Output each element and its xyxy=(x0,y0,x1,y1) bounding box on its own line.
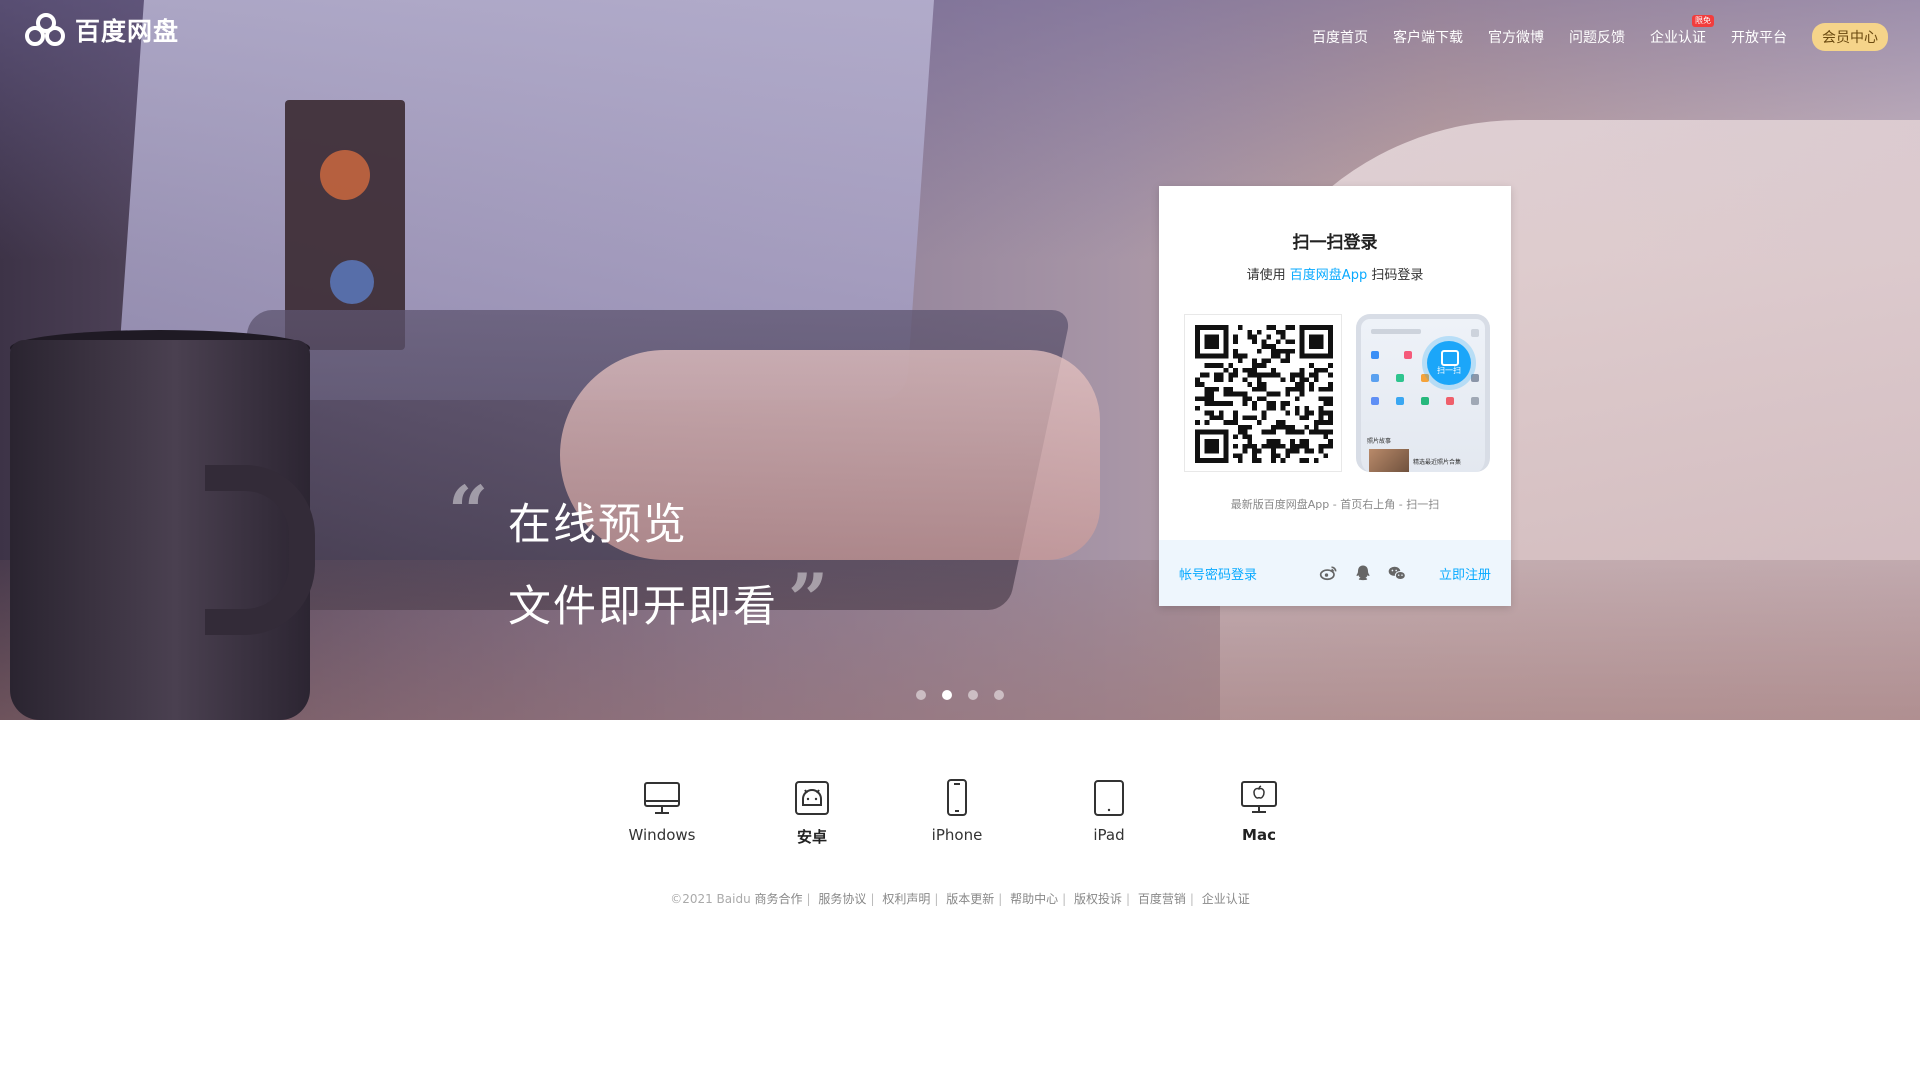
platform-iphone[interactable]: iPhone xyxy=(907,778,1007,844)
phone-text-2: 精选最近照片合集 xyxy=(1413,459,1462,466)
nav-feedback[interactable]: 问题反馈 xyxy=(1569,27,1625,47)
page-footer: ©2021 Baidu 商务合作 | 服务协议 | 权利声明 | 版本更新 | 帮助中心… xyxy=(670,892,1250,906)
carousel-dot[interactable] xyxy=(916,690,926,700)
carousel-dot-active[interactable] xyxy=(942,690,952,700)
phone-icon-row-3 xyxy=(1371,397,1479,405)
social-login-group xyxy=(1319,563,1407,583)
quote-open-mark: “ xyxy=(448,470,489,553)
platform-ipad[interactable]: iPad xyxy=(1059,778,1159,844)
account-login-link[interactable]: 帐号密码登录 xyxy=(1179,564,1257,583)
nav-official-weibo[interactable]: 官方微博 xyxy=(1488,27,1544,47)
qr-modules xyxy=(1195,325,1333,463)
phone-status-row xyxy=(1371,329,1479,337)
footer-link[interactable]: 版本更新 xyxy=(946,892,994,906)
copyright-text: ©2021 Baidu xyxy=(670,892,751,906)
brand-name: 百度网盘 xyxy=(75,17,180,46)
platform-downloads: Windows 安卓 iPhone iPad Mac xyxy=(612,778,1312,858)
nav-open-platform[interactable]: 开放平台 xyxy=(1731,27,1787,47)
footer-link[interactable]: 服务协议 xyxy=(818,892,866,906)
ipad-icon xyxy=(1094,780,1124,816)
hero-slogan-line1: 在线预览 xyxy=(508,500,688,550)
platform-label: 安卓 xyxy=(796,828,827,846)
monitor-icon xyxy=(644,782,680,814)
phone-text: 照片故事 xyxy=(1367,438,1392,445)
footer-link[interactable]: 企业认证 xyxy=(1202,892,1250,906)
top-bar: 百度网盘 百度首页 客户端下载 官方微博 问题反馈 企业认证 限免 开放平台 会… xyxy=(0,0,1920,60)
scan-hint: 最新版百度网盘App - 首页右上角 - 扫一扫 xyxy=(1230,498,1440,511)
platform-label: iPad xyxy=(1093,826,1125,844)
platform-label: iPhone xyxy=(931,826,983,844)
platform-mac[interactable]: Mac xyxy=(1209,778,1309,844)
iphone-icon xyxy=(947,779,967,816)
carousel-dot[interactable] xyxy=(968,690,978,700)
app-link[interactable]: 百度网盘App xyxy=(1290,268,1367,283)
qr-code-frame xyxy=(1184,314,1342,472)
hero-slogan-line2: 文件即开即看 xyxy=(508,582,778,632)
nav-client-download[interactable]: 客户端下载 xyxy=(1393,27,1463,47)
nav-enterprise-cert[interactable]: 企业认证 限免 xyxy=(1650,15,1714,47)
login-title: 扫一扫登录 xyxy=(1292,233,1378,253)
login-sub-prefix: 请使用 xyxy=(1246,268,1286,283)
mac-icon xyxy=(1241,781,1277,813)
weibo-icon[interactable] xyxy=(1319,563,1339,583)
brand-logo[interactable]: 百度网盘 xyxy=(25,12,179,48)
carousel-dot[interactable] xyxy=(994,690,1004,700)
mug-handle-image xyxy=(205,465,315,635)
phone-scan-label: 扫一扫 xyxy=(1437,366,1461,375)
nav-enterprise-cert-label: 企业认证 xyxy=(1650,30,1706,46)
top-nav: 百度首页 客户端下载 官方微博 问题反馈 企业认证 限免 开放平台 会员中心 xyxy=(1312,15,1888,51)
platform-android[interactable]: 安卓 xyxy=(762,778,862,847)
vip-center-button[interactable]: 会员中心 xyxy=(1812,23,1888,51)
qr-login-card: 扫一扫登录 请使用 百度网盘App 扫码登录 扫一扫 照片故事 精选最近照片合集… xyxy=(1159,186,1511,606)
footer-link[interactable]: 权利声明 xyxy=(882,892,930,906)
footer-link[interactable]: 商务合作 xyxy=(755,892,803,906)
phone-scan-button: 扫一扫 xyxy=(1427,341,1471,385)
cloud-logo-icon xyxy=(25,13,67,47)
platform-label: Windows xyxy=(628,826,696,844)
carousel-dots xyxy=(916,690,1004,700)
phone-thumb-image xyxy=(1369,449,1409,472)
qr-code xyxy=(1195,325,1333,463)
free-badge: 限免 xyxy=(1692,15,1714,27)
platform-label: Mac xyxy=(1242,826,1276,844)
platform-windows[interactable]: Windows xyxy=(612,778,712,844)
login-sub-suffix: 扫码登录 xyxy=(1371,268,1424,283)
login-subtitle: 请使用 百度网盘App 扫码登录 xyxy=(1159,264,1511,283)
register-link[interactable]: 立即注册 xyxy=(1439,564,1491,583)
nav-baidu-home[interactable]: 百度首页 xyxy=(1312,27,1368,47)
phone-guide-image: 扫一扫 照片故事 精选最近照片合集 xyxy=(1356,314,1490,472)
footer-link[interactable]: 帮助中心 xyxy=(1010,892,1058,906)
screen-avatar-image-2 xyxy=(330,260,374,304)
footer-link[interactable]: 百度营销 xyxy=(1138,892,1186,906)
screen-avatar-image xyxy=(320,150,370,200)
login-footer: 帐号密码登录 立即注册 xyxy=(1159,540,1511,606)
wechat-icon[interactable] xyxy=(1387,563,1407,583)
footer-link[interactable]: 版权投诉 xyxy=(1074,892,1122,906)
android-icon xyxy=(795,781,829,815)
hero-banner: “ 在线预览 文件即开即看 ” xyxy=(0,0,1920,720)
qq-icon[interactable] xyxy=(1353,563,1373,583)
quote-close-mark: ” xyxy=(788,558,829,641)
